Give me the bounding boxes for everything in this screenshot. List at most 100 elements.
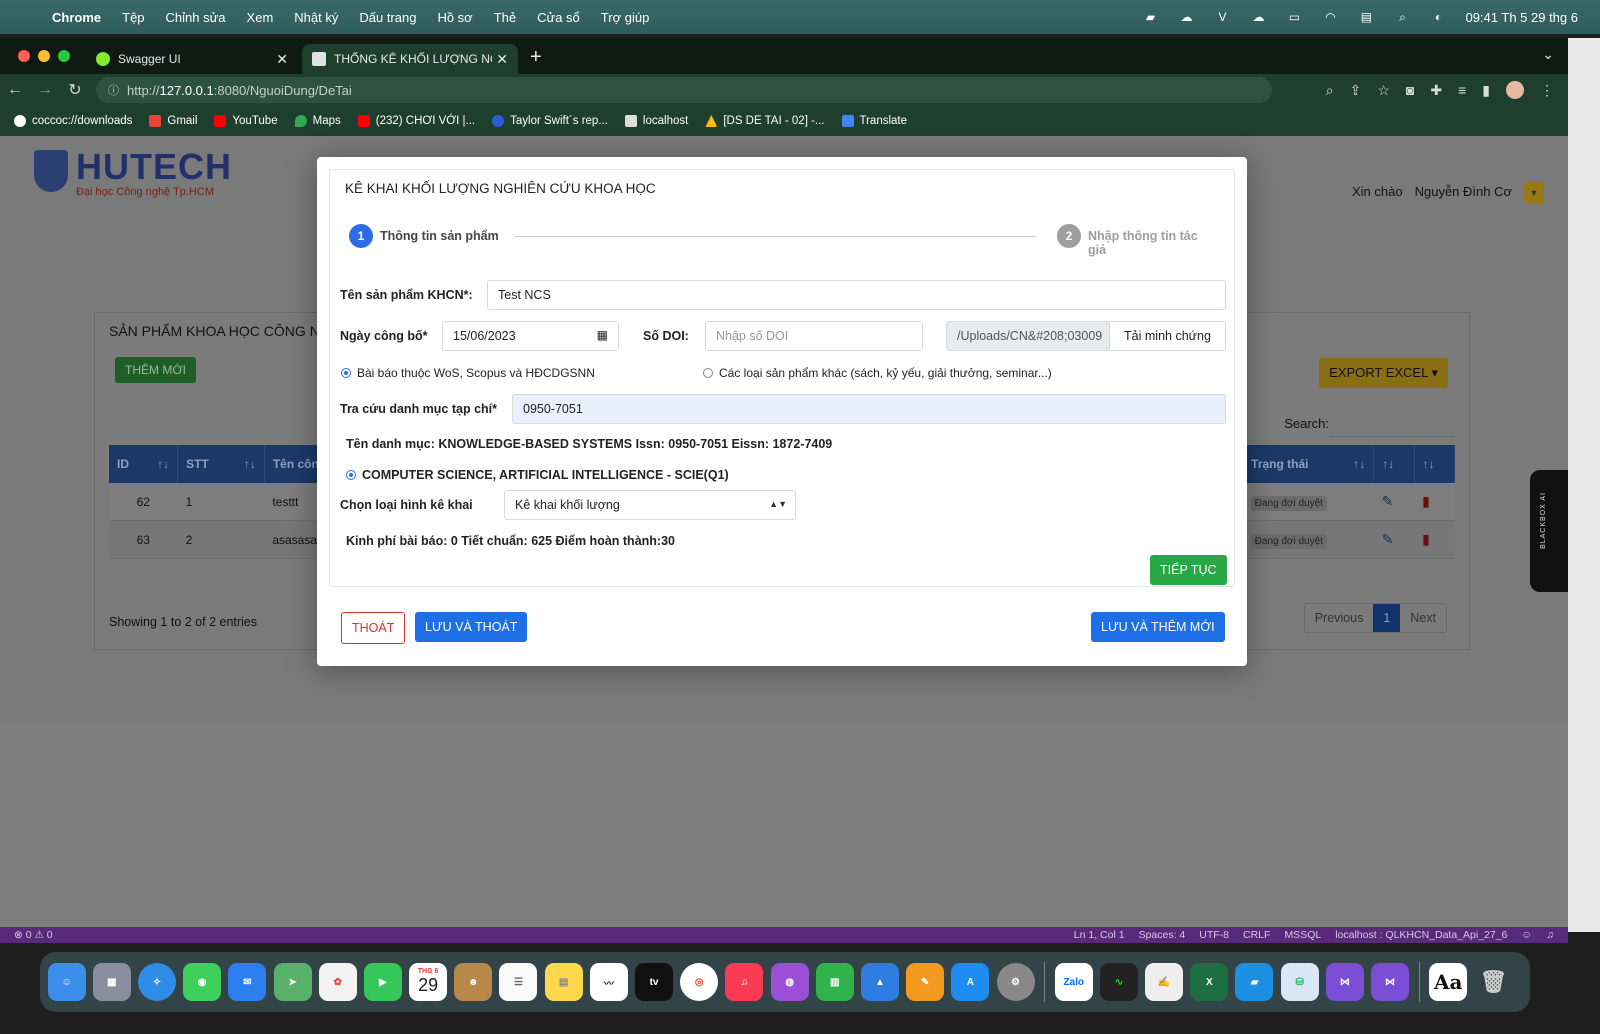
docker-icon[interactable]: ▰ [1235,963,1274,1001]
pagination-previous[interactable]: Previous [1305,604,1374,632]
table-search-input[interactable] [1329,409,1455,437]
music-icon[interactable]: ♫ [725,963,764,1001]
chrome-icon[interactable]: ◎ [680,963,719,1001]
share-icon[interactable]: ⇪ [1350,82,1362,99]
blackbox-ai-sidebar-tab[interactable]: BLACKBOX AI [1530,470,1568,592]
visual-studio-preview-icon[interactable]: ⋈ [1371,963,1410,1001]
edit-icon[interactable]: ✎ [1382,493,1394,509]
menu-profiles[interactable]: Hồ sơ [437,10,472,25]
col-delete[interactable]: ↑↓ [1414,445,1456,483]
step-2-indicator[interactable]: 2 [1057,224,1081,248]
bookmark-youtube[interactable]: YouTube [214,115,278,127]
col-status[interactable]: Trạng thái ↑↓ [1242,445,1375,483]
tab-search-chevron-icon[interactable]: ⌄ [1542,46,1554,63]
bookmark-taylor-swift[interactable]: Taylor Swift´s rep... [492,115,608,127]
menu-app[interactable]: Chrome [52,10,101,25]
publish-date-input[interactable]: 15/06/2023 ▦ [442,321,619,351]
address-bar[interactable]: ⓘ http://127.0.0.1:8080/NguoiDung/DeTai [96,77,1272,103]
profile-avatar-icon[interactable] [1506,81,1524,99]
trash-icon[interactable]: ▮ [1422,493,1430,509]
new-tab-icon[interactable]: + [530,46,542,69]
step-1-indicator[interactable]: 1 [349,224,373,248]
close-tab-icon[interactable]: ✕ [496,51,508,68]
declaration-type-select[interactable]: Kê khai khối lượng ▲▼ [504,490,796,520]
spotlight-search-icon[interactable]: ⌕ [1393,10,1411,24]
safari-icon[interactable]: ✧ [137,963,176,1001]
hutech-logo[interactable]: HUTECH Đại học Công nghệ Tp.HCM [34,149,232,198]
notifications-bell-icon[interactable]: ♫ [1546,929,1554,941]
app-store-icon[interactable]: A [951,963,990,1001]
step-2-label[interactable]: Nhập thông tin tác giả [1088,229,1217,257]
side-panel-icon[interactable]: ▮ [1482,82,1490,99]
keyboard-icon[interactable]: ▤ [1357,10,1375,24]
indentation[interactable]: Spaces: 4 [1139,929,1186,941]
save-and-exit-button[interactable]: LƯU VÀ THOÁT [415,612,528,642]
reload-icon[interactable]: ↻ [60,80,90,100]
wifi-icon[interactable]: ◠ [1321,10,1339,24]
forward-icon[interactable]: → [30,81,60,99]
textedit-icon[interactable]: ✍ [1145,963,1184,1001]
encoding[interactable]: UTF-8 [1199,929,1229,941]
exit-button[interactable]: THOÁT [341,612,406,644]
bookmark-translate[interactable]: Translate [841,115,907,127]
podcasts-icon[interactable]: ◍ [770,963,809,1001]
menu-edit[interactable]: Chỉnh sửa [166,10,226,25]
line-ending[interactable]: CRLF [1243,929,1270,941]
cursor-position[interactable]: Ln 1, Col 1 [1074,929,1125,941]
step-1-label[interactable]: Thông tin sản phẩm [380,229,499,243]
user-menu-caret-icon[interactable]: ▼ [1524,182,1544,204]
edit-icon[interactable]: ✎ [1382,531,1394,547]
calendar-icon[interactable]: ▦ [597,328,608,342]
close-tab-icon[interactable]: ✕ [276,51,288,68]
menu-help[interactable]: Trợ giúp [601,10,650,25]
bookmark-ds-de-tai[interactable]: [DS DE TAI - 02] -... [705,115,825,127]
close-window-button[interactable] [18,50,30,62]
docker-icon[interactable]: ▰ [1141,10,1159,24]
reminders-icon[interactable]: ☰ [499,963,538,1001]
messages-icon[interactable]: ◉ [183,963,222,1001]
radio-journal-category[interactable]: COMPUTER SCIENCE, ARTIFICIAL INTELLIGENC… [346,468,729,482]
zalo-icon[interactable]: Zalo [1054,963,1093,1001]
vim-icon[interactable]: V [1213,10,1231,24]
back-icon[interactable]: ← [0,81,30,99]
facetime-icon[interactable]: ▶ [363,963,402,1001]
cloud-sync-icon[interactable]: ☁ [1177,10,1195,24]
minimize-window-button[interactable] [38,50,50,62]
menu-view[interactable]: Xem [247,10,274,25]
language-mode[interactable]: MSSQL [1284,929,1321,941]
product-name-input[interactable]: Test NCS [487,280,1226,310]
menu-window[interactable]: Cửa sổ [537,10,580,25]
col-id[interactable]: ID ↑↓ [109,445,179,483]
mail-icon[interactable]: ✉ [228,963,267,1001]
col-stt[interactable]: STT ↑↓ [177,445,265,483]
continue-button[interactable]: TIẾP TỤC [1150,555,1227,585]
zoom-window-button[interactable] [58,50,70,62]
freeform-icon[interactable]: 〰 [589,963,628,1001]
keynote-icon[interactable]: ▲ [860,963,899,1001]
tab-active[interactable]: THỐNG KÊ KHỐI LƯỢNG NCKH ✕ [302,44,518,74]
feedback-icon[interactable]: ☺ [1521,929,1532,941]
control-center-icon[interactable]: ◐ [1429,10,1447,24]
dictionary-icon[interactable]: Aa [1429,963,1468,1001]
system-settings-icon[interactable]: ⚙ [996,963,1035,1001]
battery-icon[interactable]: ▭ [1285,10,1303,24]
cloud-icon[interactable]: ☁ [1249,10,1267,24]
bookmark-localhost[interactable]: localhost [624,115,688,127]
bookmark-downloads[interactable]: coccoc://downloads [14,115,132,127]
excel-icon[interactable]: X [1190,963,1229,1001]
bookmark-gmail[interactable]: Gmail [149,115,197,127]
menu-bookmarks[interactable]: Dấu trang [359,10,416,25]
apple-tv-icon[interactable]: tv [635,963,674,1001]
finder-icon[interactable]: ☺ [47,963,86,1001]
calendar-icon[interactable]: THG 6 29 [409,963,448,1001]
export-excel-button[interactable]: EXPORT EXCEL ▾ [1319,358,1448,388]
numbers-icon[interactable]: ▥ [815,963,854,1001]
more-menu-icon[interactable]: ⋮ [1540,82,1554,99]
menubar-clock[interactable]: 09:41 Th 5 29 thg 6 [1465,10,1578,25]
zoom-icon[interactable]: ⌕ [1326,82,1334,99]
db-connection[interactable]: localhost : QLKHCN_Data_Api_27_6 [1335,929,1507,941]
problems-indicator[interactable]: ⊗ 0 ⚠ 0 [14,929,53,941]
radio-wos-scopus[interactable]: Bài báo thuộc WoS, Scopus và HĐCDGSNN [341,366,595,380]
activity-monitor-icon[interactable]: ∿ [1099,963,1138,1001]
trash-icon[interactable]: 🗑 [1474,963,1512,1001]
